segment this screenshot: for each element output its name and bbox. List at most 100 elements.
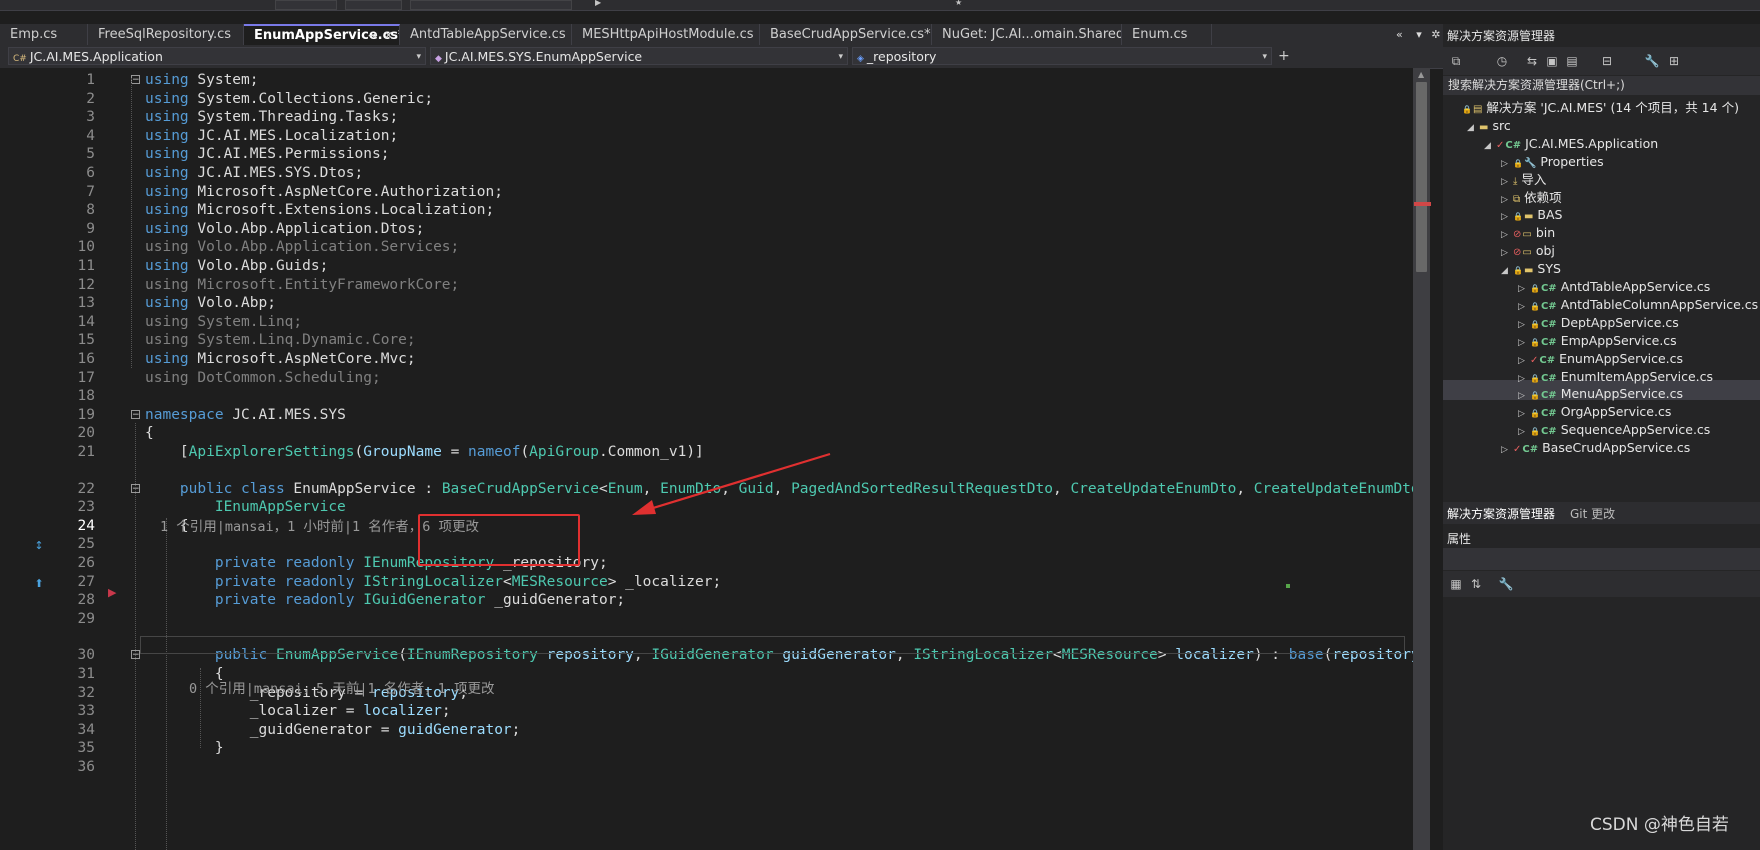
categorized-icon[interactable]: ▦ <box>1447 575 1465 593</box>
code-line[interactable]: using JC.AI.MES.SYS.Dtos; <box>145 163 363 183</box>
solution-explorer-toolbar: ⧉ ◷ ⇆ ▣ ▤ ⊟ 🔧 ⊞ <box>1443 47 1760 75</box>
member-dropdown[interactable]: ◈ _repository ▾ <box>852 47 1272 65</box>
tree-item-label: EmpAppService.cs <box>1560 332 1677 348</box>
history-icon[interactable]: ◷ <box>1493 52 1511 70</box>
code-token: using <box>145 72 189 88</box>
project-dropdown[interactable]: C# JC.AI.MES.Application ▾ <box>8 47 426 65</box>
code-line[interactable]: using System.Collections.Generic; <box>145 89 433 109</box>
tree-item[interactable]: ▷ ✓C# BaseCrudAppService.cs <box>1501 438 1690 458</box>
code-line[interactable]: private readonly IStringLocalizer<MESRes… <box>145 572 721 592</box>
tab-git-changes[interactable]: Git 更改 <box>1570 505 1615 523</box>
tab-emp[interactable]: Emp.cs <box>0 24 88 45</box>
code-token: Microsoft.AspNetCore.Authorization; <box>197 183 503 200</box>
code-line[interactable]: } <box>145 738 224 758</box>
code-token: , <box>773 480 792 497</box>
platform-dropdown[interactable] <box>345 0 402 10</box>
run-icon[interactable]: ▶ <box>595 0 605 7</box>
code-line[interactable]: using Volo.Abp; <box>145 293 276 313</box>
scroll-tabs-icon[interactable]: « <box>1396 28 1403 41</box>
line-number: 11 <box>77 258 95 274</box>
expand-toggle-icon[interactable]: ◢ <box>1501 261 1513 281</box>
properties-object-selector[interactable] <box>1443 548 1760 570</box>
tab-list-icon[interactable]: ▾ <box>1416 28 1422 41</box>
tab-solution-explorer[interactable]: 解决方案资源管理器 <box>1447 505 1555 523</box>
pin-icon[interactable]: ⊸ <box>368 26 377 45</box>
code-token: BaseCrudAppService <box>441 480 599 497</box>
show-all-files-icon[interactable]: ▤ <box>1563 52 1581 70</box>
code-token: using <box>145 127 189 144</box>
bookmark-icon[interactable]: ★ <box>955 0 965 7</box>
expand-toggle-icon[interactable]: ◢ <box>1484 136 1496 156</box>
line-number: 26 <box>77 555 95 571</box>
code-line[interactable]: using System.Linq; <box>145 312 302 332</box>
code-line[interactable]: _localizer = localizer; <box>145 701 451 721</box>
close-icon[interactable]: ✕ <box>384 26 393 45</box>
code-line[interactable]: using Microsoft.Extensions.Localization; <box>145 200 494 220</box>
tab-antdtableappservice[interactable]: AntdTableAppService.cs <box>400 24 572 45</box>
properties-wrench-icon[interactable]: 🔧 <box>1643 52 1661 70</box>
code-line[interactable]: using DotCommon.Scheduling; <box>145 368 381 388</box>
code-line[interactable]: using Volo.Abp.Application.Services; <box>145 237 459 257</box>
tab-meshttpapihostmodule[interactable]: MESHttpApiHostModule.cs <box>572 24 760 45</box>
code-line[interactable]: using JC.AI.MES.Permissions; <box>145 144 389 164</box>
implementation-glyph-icon[interactable]: ↕ <box>31 538 47 554</box>
startup-project-dropdown[interactable] <box>410 0 572 10</box>
tree-item-label: JC.AI.MES.Application <box>1525 135 1659 151</box>
annotation-highlight-box <box>418 514 580 566</box>
preview-icon[interactable]: ⊟ <box>1598 52 1616 70</box>
code-line[interactable]: using Volo.Abp.Application.Dtos; <box>145 219 424 239</box>
collapse-all-icon[interactable]: ▣ <box>1543 52 1561 70</box>
code-line[interactable]: using Microsoft.EntityFrameworkCore; <box>145 275 459 295</box>
fold-toggle-icon[interactable]: − <box>131 75 140 85</box>
scroll-up-icon[interactable]: ▲ <box>1418 70 1424 79</box>
property-pages-icon[interactable]: 🔧 <box>1497 575 1515 593</box>
code-token: ; <box>511 721 521 738</box>
code-line[interactable]: private readonly IGuidGenerator _guidGen… <box>145 590 625 610</box>
code-token: using <box>145 109 189 126</box>
code-token: > _localizer; <box>607 573 722 590</box>
tab-freesqlrepository[interactable]: FreeSqlRepository.cs <box>88 24 244 45</box>
code-line[interactable]: namespace JC.AI.MES.SYS <box>145 405 346 425</box>
type-dropdown[interactable]: ◆ JC.AI.MES.SYS.EnumAppService ▾ <box>430 47 848 65</box>
current-line-indicator <box>140 636 1405 654</box>
code-line[interactable]: using JC.AI.MES.Localization; <box>145 126 398 146</box>
line-number: 25 <box>77 536 95 553</box>
line-number: 35 <box>77 740 95 757</box>
sync-icon[interactable]: ⇆ <box>1523 52 1541 70</box>
code-line[interactable]: using System.Threading.Tasks; <box>145 107 398 127</box>
solution-explorer-title: 解决方案资源管理器 <box>1447 29 1556 43</box>
settings-icon[interactable]: ✲ <box>1431 28 1440 41</box>
tab-label: BaseCrudAppService.cs* <box>770 27 931 42</box>
expand-toggle-icon[interactable]: ◢ <box>1467 118 1479 138</box>
code-line[interactable]: using Volo.Abp.Guids; <box>145 256 328 276</box>
code-line[interactable]: using System.Linq.Dynamic.Core; <box>145 330 416 350</box>
code-line[interactable]: using Microsoft.AspNetCore.Authorization… <box>145 182 503 202</box>
cs-icon: C# <box>1540 318 1557 330</box>
code-line[interactable]: public class EnumAppService : BaseCrudAp… <box>145 479 1430 499</box>
codelens-constructor[interactable]: 0 个引用|mansai，5 天前|1 名作者，1 项更改 <box>189 680 495 698</box>
split-editor-icon[interactable]: + <box>1278 47 1292 65</box>
switch-views-icon[interactable]: ⧉ <box>1447 52 1465 70</box>
code-editor[interactable]: 1 using System; 2 using System.Collections.… <box>0 68 1430 850</box>
tab-basecrudappservice[interactable]: BaseCrudAppService.cs* <box>760 24 932 45</box>
scrollbar-thumb[interactable] <box>1416 82 1427 272</box>
code-line[interactable]: IEnumAppService <box>145 497 346 517</box>
filter-icon[interactable]: ⊞ <box>1665 52 1683 70</box>
code-line[interactable]: using System; <box>145 70 259 90</box>
override-glyph-icon[interactable]: ⬆ <box>31 576 47 592</box>
code-line[interactable]: [ApiExplorerSettings(GroupName = nameof(… <box>145 442 704 462</box>
tab-label: FreeSqlRepository.cs <box>98 27 232 42</box>
tab-enum[interactable]: Enum.cs <box>1122 24 1212 45</box>
fold-toggle-icon[interactable]: − <box>131 409 140 419</box>
code-line[interactable]: _guidGenerator = guidGenerator; <box>145 720 521 740</box>
tab-enumappservice[interactable]: EnumAppService.cs* ⊸ ✕ <box>244 24 400 45</box>
tab-nuget[interactable]: NuGet: JC.AI...omain.Shared <box>932 24 1122 45</box>
solution-explorer-search[interactable]: 搜索解决方案资源管理器(Ctrl+;) <box>1443 76 1760 95</box>
expand-toggle-icon[interactable]: ▷ <box>1501 440 1513 460</box>
code-line[interactable]: { <box>145 423 154 443</box>
alphabetical-icon[interactable]: ⇅ <box>1467 575 1485 593</box>
configuration-dropdown[interactable] <box>275 0 337 10</box>
code-line[interactable]: using Microsoft.AspNetCore.Mvc; <box>145 349 416 369</box>
